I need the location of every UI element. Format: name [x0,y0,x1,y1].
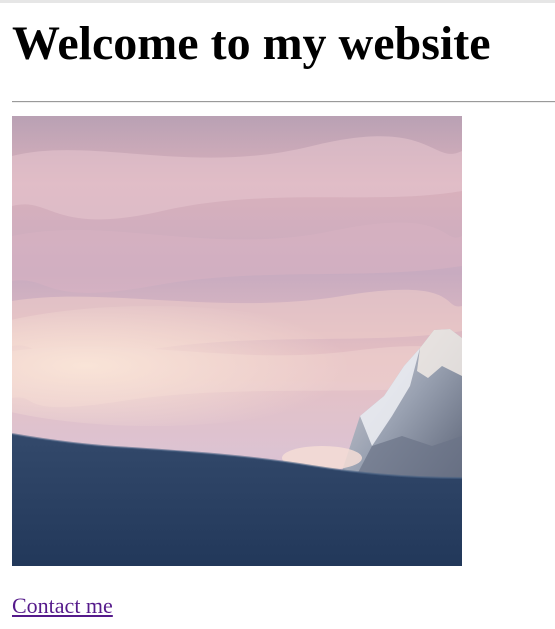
horizontal-rule [12,101,555,103]
contact-me-link[interactable]: Contact me [12,592,113,620]
hero-image [12,116,462,566]
page-title: Welcome to my website [12,17,491,70]
window-top-edge [0,0,555,3]
